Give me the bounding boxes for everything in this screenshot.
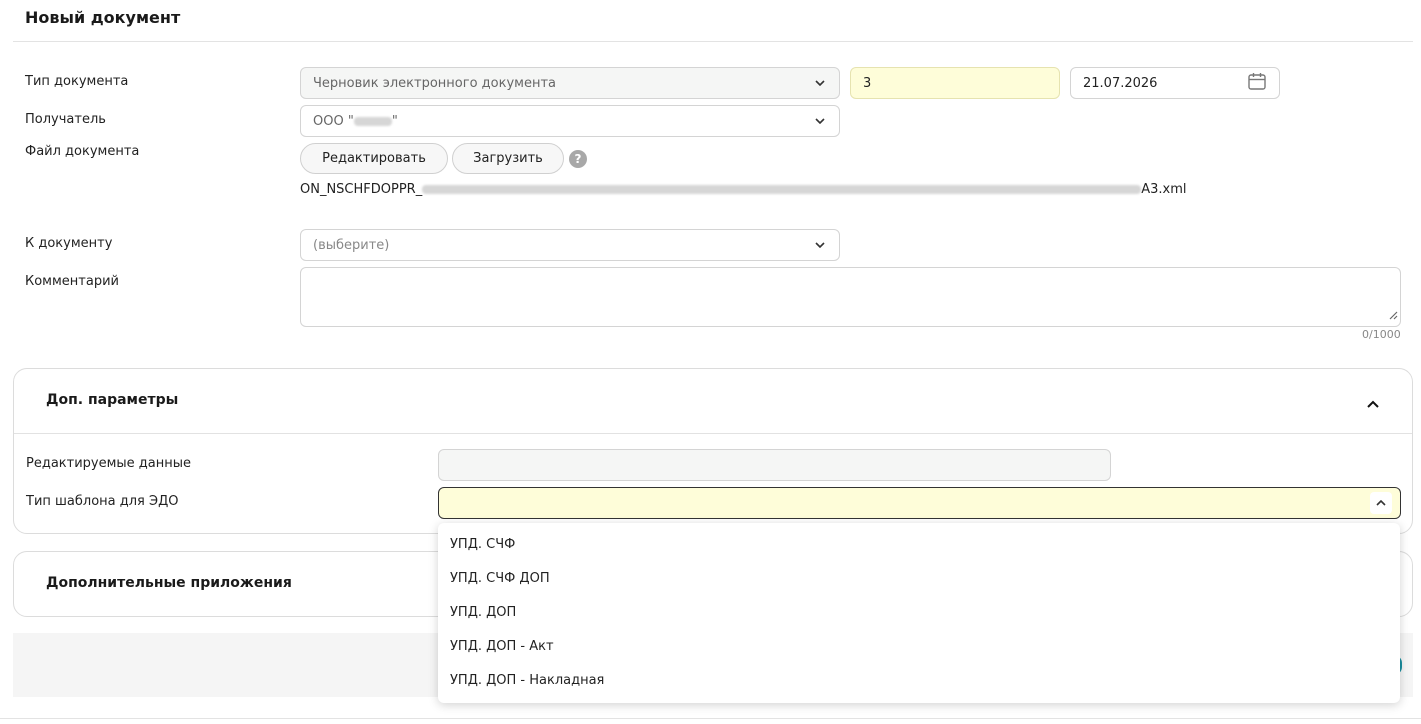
- dropdown-option[interactable]: УПД. ДОП: [438, 595, 1400, 629]
- editable-data-label: Редактируемые данные: [26, 456, 192, 471]
- page-title: Новый документ: [25, 8, 181, 27]
- file-label: Файл документа: [25, 144, 140, 159]
- template-type-select[interactable]: [438, 487, 1401, 519]
- chevron-down-icon: [813, 114, 827, 128]
- dropdown-option[interactable]: УПД. СЧФ ДОП: [438, 561, 1400, 595]
- comment-textarea[interactable]: [300, 267, 1401, 327]
- dropdown-option[interactable]: УПД. ДОП - Накладная: [438, 663, 1400, 697]
- doc-date-value: 21.07.2026: [1083, 75, 1158, 91]
- doc-number-input[interactable]: 3: [850, 67, 1060, 99]
- help-icon[interactable]: ?: [569, 150, 587, 168]
- recipient-label: Получатель: [25, 112, 106, 127]
- template-type-label: Тип шаблона для ЭДО: [26, 494, 179, 509]
- editable-data-input[interactable]: [438, 449, 1111, 481]
- attachments-title: Дополнительные приложения: [46, 575, 292, 591]
- comment-label: Комментарий: [25, 274, 119, 289]
- calendar-icon[interactable]: [1247, 71, 1267, 95]
- card-divider: [14, 433, 1412, 434]
- bottom-divider: [0, 718, 1421, 719]
- to-document-placeholder: (выберите): [313, 237, 390, 253]
- file-name: ON_NSCHFDOPPR_ A3.xml: [300, 182, 1187, 197]
- resize-handle-icon[interactable]: [1389, 305, 1398, 324]
- doc-type-label: Тип документа: [25, 74, 129, 89]
- doc-type-select[interactable]: Черновик электронного документа: [300, 67, 840, 99]
- header-divider: [13, 41, 1413, 42]
- extra-params-title: Доп. параметры: [46, 392, 179, 408]
- comment-counter: 0/1000: [1362, 328, 1401, 341]
- recipient-value: ООО " ": [313, 113, 398, 129]
- edit-button[interactable]: Редактировать: [300, 143, 448, 174]
- chevron-down-icon: [813, 76, 827, 90]
- template-type-dropdown: УПД. СЧФ УПД. СЧФ ДОП УПД. ДОП УПД. ДОП …: [438, 523, 1400, 703]
- doc-date-input[interactable]: 21.07.2026: [1070, 67, 1280, 99]
- upload-button[interactable]: Загрузить: [452, 143, 564, 174]
- dropdown-option[interactable]: УПД. СЧФ: [438, 527, 1400, 561]
- chevron-up-icon[interactable]: [1366, 394, 1380, 413]
- chevron-up-icon[interactable]: [1370, 492, 1392, 514]
- recipient-select[interactable]: ООО " ": [300, 105, 840, 137]
- to-document-label: К документу: [25, 236, 113, 251]
- doc-type-value: Черновик электронного документа: [313, 75, 556, 91]
- doc-number-value: 3: [863, 75, 872, 91]
- dropdown-option[interactable]: УПД. ДОП - Акт: [438, 629, 1400, 663]
- to-document-select[interactable]: (выберите): [300, 229, 840, 261]
- chevron-down-icon: [813, 238, 827, 252]
